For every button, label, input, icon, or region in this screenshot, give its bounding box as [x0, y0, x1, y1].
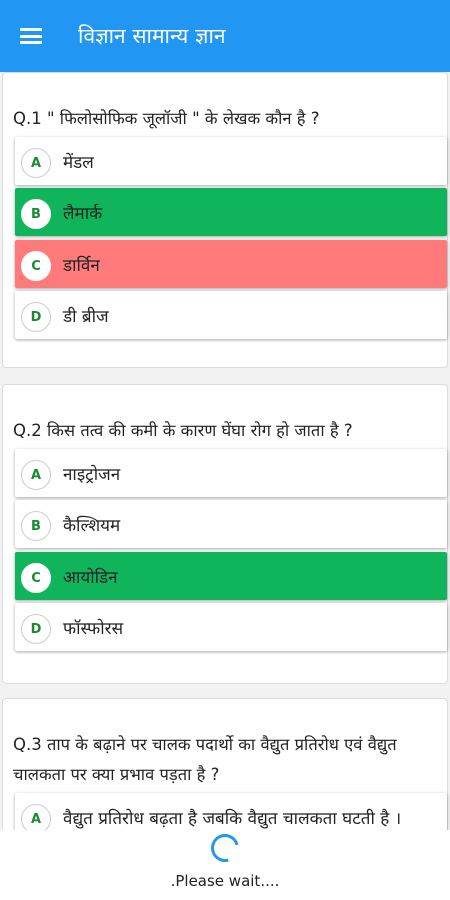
option-letter: B: [21, 511, 51, 541]
question-text: Q.1 " फिलोसोफिक जूलॉजी " के लेखक कौन है …: [13, 109, 320, 128]
option-letter: C: [21, 563, 51, 593]
option-letter: A: [21, 460, 51, 490]
option-text: डार्विन: [63, 255, 100, 276]
option-d[interactable]: D डी ब्रीज: [15, 291, 447, 339]
app-bar: विज्ञान सामान्य ज्ञान: [0, 0, 450, 72]
hamburger-menu-icon[interactable]: [20, 25, 50, 47]
option-d[interactable]: D फॉस्फोरस: [15, 603, 447, 651]
option-a[interactable]: A नाइट्रोजन: [15, 449, 447, 497]
loading-text: .Please wait....: [170, 872, 280, 890]
question-list[interactable]: Q.1 " फिलोसोफिक जूलॉजी " के लेखक कौन है …: [0, 72, 450, 830]
option-a[interactable]: A मेंडल: [15, 137, 447, 185]
option-letter: A: [21, 148, 51, 178]
option-a[interactable]: A वैद्युत प्रतिरोध बढ़ता है जबकि वैद्युत…: [15, 793, 447, 830]
option-text: फॉस्फोरस: [63, 618, 124, 639]
question-card: Q.2 किस तत्व की कमी के कारण घेंघा रोग हो…: [2, 384, 448, 684]
option-letter: B: [21, 199, 51, 229]
app-title: विज्ञान सामान्य ज्ञान: [78, 24, 226, 48]
option-c[interactable]: C डार्विन: [15, 240, 447, 288]
question-text: Q.2 किस तत्व की कमी के कारण घेंघा रोग हो…: [13, 421, 353, 440]
option-text: नाइट्रोजन: [63, 464, 121, 485]
option-b[interactable]: B कैल्शियम: [15, 500, 447, 548]
question-text-line2: चालकता पर क्या प्रभाव पड़ता है ?: [13, 765, 220, 784]
option-text: लैमार्क: [63, 203, 103, 224]
option-letter: D: [21, 302, 51, 332]
option-letter: D: [21, 614, 51, 644]
option-text: डी ब्रीज: [63, 306, 109, 327]
question-card: Q.3 ताप के बढ़ाने पर चालक पदार्थो का वैद…: [2, 698, 448, 830]
option-text: वैद्युत प्रतिरोध बढ़ता है जबकि वैद्युत च…: [63, 808, 402, 829]
option-b[interactable]: B लैमार्क: [15, 188, 447, 236]
question-card: Q.1 " फिलोसोफिक जूलॉजी " के लेखक कौन है …: [2, 72, 448, 368]
loading-spinner-icon: [205, 828, 245, 868]
option-text: आयोडिन: [63, 567, 118, 588]
option-text: मेंडल: [63, 152, 94, 173]
option-text: कैल्शियम: [63, 515, 121, 536]
loading-overlay: .Please wait....: [0, 828, 450, 900]
option-c[interactable]: C आयोडिन: [15, 552, 447, 600]
option-letter: C: [21, 251, 51, 281]
question-text-line1: Q.3 ताप के बढ़ाने पर चालक पदार्थो का वैद…: [13, 735, 397, 754]
option-letter: A: [21, 804, 51, 830]
